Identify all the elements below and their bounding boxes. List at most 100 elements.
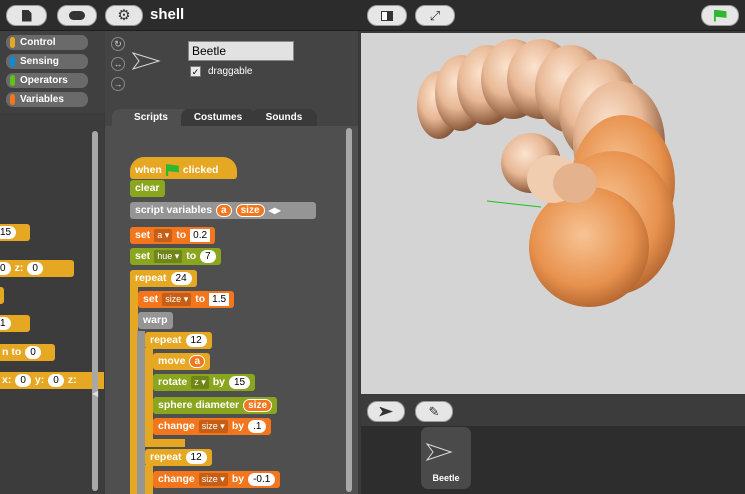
var-dropdown[interactable]: a ▾	[154, 229, 173, 242]
repeat-block[interactable]: repeat 12	[145, 332, 212, 349]
expand-icon: ⤢	[429, 7, 441, 23]
block-label: to	[176, 229, 187, 241]
category-variables[interactable]: Variables	[6, 92, 88, 107]
gear-icon: ⚙	[117, 7, 131, 24]
palette-block[interactable]: 0 z: 0	[0, 260, 74, 277]
when-flag-clicked-block[interactable]: when clicked	[130, 157, 237, 179]
value-slot[interactable]: 12	[185, 451, 207, 464]
category-label: Sensing	[20, 56, 59, 67]
paint-button[interactable]: ✎	[415, 401, 453, 422]
tab-costumes[interactable]: Costumes	[181, 109, 255, 126]
category-control[interactable]: Control	[6, 35, 88, 50]
repeat-block[interactable]: repeat 24	[130, 270, 197, 287]
repeat-block[interactable]: repeat 12	[145, 449, 212, 466]
sprite-icon-beetle[interactable]: Beetle	[421, 427, 471, 489]
draggable-checkbox[interactable]: ✓	[190, 66, 201, 77]
block-label: move	[158, 355, 186, 367]
var-dropdown[interactable]: size ▾	[198, 420, 228, 433]
draggable-label: draggable	[208, 66, 253, 77]
repeat-arm	[145, 348, 153, 440]
value-slot[interactable]: 15	[228, 376, 251, 389]
set-block[interactable]: set hue ▾ to 7	[130, 248, 221, 265]
value-slot[interactable]: 1	[0, 317, 11, 330]
category-operators[interactable]: Operators	[6, 73, 88, 88]
sprite-arrow-icon	[425, 443, 453, 461]
change-block[interactable]: change size ▾ by .1	[153, 418, 272, 435]
value-slot[interactable]: 15	[0, 226, 17, 239]
flip-style-button[interactable]: ↔	[111, 57, 125, 71]
sphere-diameter-block[interactable]: sphere diameter size	[153, 397, 278, 414]
shell-rendering	[417, 39, 675, 307]
green-flag-icon	[165, 164, 179, 176]
clear-block[interactable]: clear	[130, 180, 165, 197]
scripts-area[interactable]: when clicked clear script variables a si…	[105, 126, 358, 494]
z-label: z:	[67, 374, 77, 386]
change-block[interactable]: change size ▾ by -0.1	[153, 471, 281, 488]
repeat-bottom	[145, 439, 185, 447]
set-block[interactable]: set a ▾ to 0.2	[130, 227, 216, 244]
green-flag-button[interactable]	[701, 5, 739, 26]
category-sensing[interactable]: Sensing	[6, 54, 88, 69]
axis-dropdown[interactable]: z ▾	[191, 376, 209, 389]
move-block[interactable]: move a	[153, 353, 210, 370]
var-slot[interactable]: a	[216, 204, 232, 217]
block-label: by	[212, 376, 225, 388]
value-slot[interactable]: 0	[27, 262, 43, 275]
palette-block[interactable]: 15	[0, 224, 30, 241]
z-label: z:	[14, 262, 24, 274]
warp-arm	[137, 331, 145, 494]
file-button[interactable]	[6, 5, 47, 26]
dropdown-value: hue	[157, 251, 173, 261]
scripts-scrollbar[interactable]	[346, 128, 352, 492]
tab-scripts[interactable]: Scripts	[112, 109, 190, 126]
repeat-arm	[145, 465, 153, 494]
value-slot[interactable]: 0	[15, 374, 31, 387]
script-variables-block[interactable]: script variables a size ◀▶	[130, 202, 316, 219]
value-slot[interactable]: 24	[170, 272, 192, 285]
sensing-swatch	[10, 56, 15, 67]
block-label: set	[143, 293, 159, 305]
rotate-block[interactable]: rotate z ▾ by 15	[153, 374, 256, 391]
value-slot[interactable]: .1	[248, 420, 267, 433]
cloud-button[interactable]	[57, 5, 97, 26]
dropdown-value: size	[201, 421, 218, 431]
var-slot[interactable]: size	[235, 204, 265, 217]
no-rotate-button[interactable]: →	[111, 77, 125, 91]
dropdown-value: z	[194, 377, 199, 387]
palette-block[interactable]: n to 0	[0, 344, 55, 361]
settings-button[interactable]: ⚙	[105, 5, 143, 26]
palette-splitter-arrow[interactable]: ◀	[92, 389, 98, 398]
var-slot[interactable]: size	[243, 399, 273, 412]
var-dropdown[interactable]: hue ▾	[154, 250, 183, 263]
stage[interactable]	[361, 33, 745, 394]
palette-block[interactable]	[0, 287, 4, 304]
palette-scrollbar[interactable]	[92, 131, 98, 491]
variables-swatch	[10, 94, 15, 105]
value-slot[interactable]: 7	[200, 250, 216, 263]
var-dropdown[interactable]: size ▾	[198, 473, 228, 486]
palette-block[interactable]: x: 0 y: 0 z:	[0, 372, 104, 389]
block-label: set	[135, 250, 151, 262]
value-slot[interactable]: 0	[0, 262, 11, 275]
value-slot[interactable]: 0	[25, 346, 41, 359]
dropdown-value: size	[165, 294, 182, 304]
sprite-name-input[interactable]	[188, 41, 294, 61]
var-slot[interactable]: a	[189, 355, 205, 368]
tab-sounds[interactable]: Sounds	[251, 109, 317, 126]
turtle-button[interactable]	[367, 401, 405, 422]
file-icon	[21, 9, 32, 22]
rotate-style-button[interactable]: ↻	[111, 37, 125, 51]
var-dropdown[interactable]: size ▾	[162, 293, 192, 306]
warp-block[interactable]: warp	[138, 312, 173, 329]
palette-block[interactable]: 1	[0, 315, 30, 332]
value-slot[interactable]: -0.1	[248, 473, 276, 486]
value-slot[interactable]: 12	[185, 334, 207, 347]
block-label: rotate	[158, 376, 188, 388]
set-block[interactable]: set size ▾ to 1.5	[138, 291, 235, 308]
fullscreen-button[interactable]: ⤢	[415, 5, 455, 26]
value-slot[interactable]: 1.5	[209, 293, 230, 306]
value-slot[interactable]: 0.2	[190, 229, 211, 242]
value-slot[interactable]: 0	[48, 374, 64, 387]
arrows-icon[interactable]: ◀▶	[269, 202, 281, 219]
stage-size-button[interactable]	[367, 5, 407, 26]
